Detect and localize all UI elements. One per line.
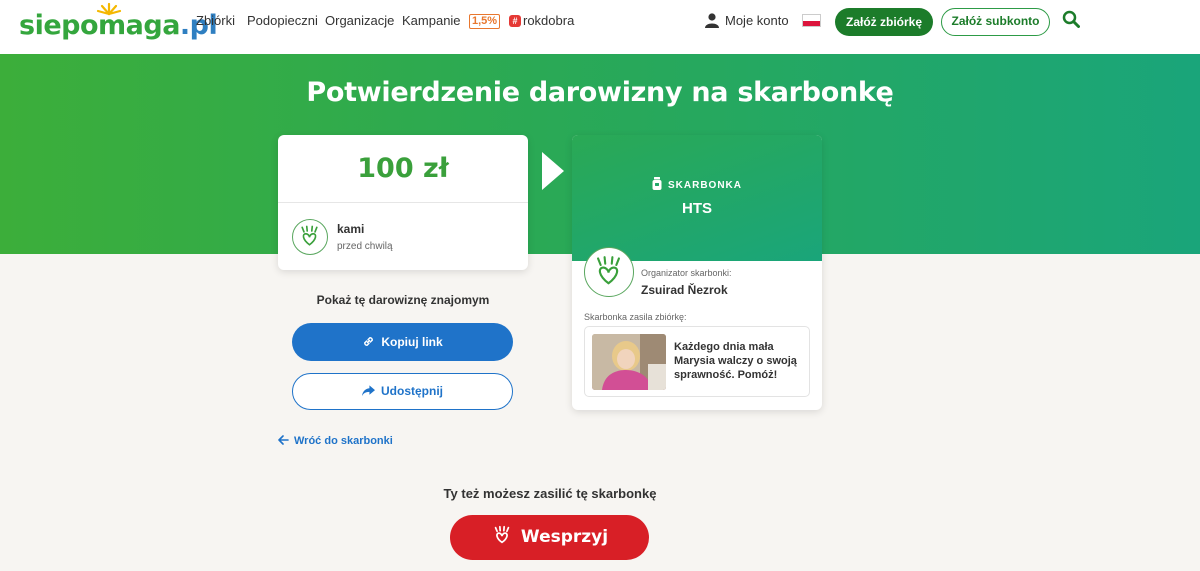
search-icon[interactable]: [1062, 10, 1080, 28]
my-account-link[interactable]: Moje konto: [705, 13, 789, 29]
logo-text: siepomaga.pl: [19, 10, 218, 41]
nav-podopieczni[interactable]: Podopieczni: [247, 13, 318, 29]
organizer-label: Organizator skarbonki:: [641, 268, 732, 278]
user-icon: [705, 13, 719, 28]
share-button[interactable]: Udostępnij: [292, 373, 513, 410]
back-link-label: Wróć do skarbonki: [294, 435, 393, 447]
top-header: siepomaga.pl Zbiórki Podopieczni Organiz…: [0, 0, 1200, 54]
nav-kampanie[interactable]: Kampanie: [402, 13, 461, 29]
linked-campaign[interactable]: Każdego dnia mała Marysia walczy o swoją…: [584, 326, 810, 397]
support-heading: Ty też możesz zasilić tę skarbonkę: [443, 486, 657, 501]
back-to-skarbonka-link[interactable]: Wróć do skarbonki: [278, 435, 393, 447]
skarbonka-label-text: SKARBONKA: [668, 180, 742, 191]
create-fundraiser-button[interactable]: Załóż zbiórkę: [835, 8, 933, 36]
share-arrow-icon: [362, 385, 375, 397]
page-title: Potwierdzenie darowizny na skarbonkę: [306, 77, 894, 108]
skarbonka-label: SKARBONKA: [572, 177, 822, 191]
create-subaccount-button[interactable]: Załóż subkonto: [941, 8, 1050, 36]
nav-rokdobra[interactable]: # rokdobra: [509, 13, 574, 29]
heart-hand-icon: [301, 225, 318, 246]
heart-hand-icon: [494, 525, 510, 544]
hash-icon: #: [509, 15, 521, 27]
jar-icon: [652, 177, 662, 190]
my-account-label: Moje konto: [725, 13, 789, 28]
child-photo: [592, 334, 666, 390]
copy-link-button[interactable]: Kopiuj link: [292, 323, 513, 361]
campaign-photo: [592, 334, 666, 390]
divider: [278, 202, 528, 203]
heart-hand-icon: [597, 256, 620, 285]
share-label: Udostępnij: [381, 384, 443, 398]
support-button[interactable]: Wesprzyj: [450, 515, 649, 560]
donor-name: kami: [337, 222, 365, 236]
share-heading: Pokaż tę darowiznę znajomym: [316, 293, 490, 307]
one-and-half-percent-badge[interactable]: 1,5%: [469, 14, 501, 29]
logo-main: siepomaga: [19, 10, 180, 41]
campaign-title: Każdego dnia mała Marysia walczy o swoją…: [674, 341, 797, 381]
skarbonka-card: SKARBONKA HTS Organizator skarbonki: Zsu…: [572, 135, 822, 410]
arrow-right-icon: [542, 152, 564, 190]
donation-time: przed chwilą: [337, 241, 393, 252]
nav-organizacje[interactable]: Organizacje: [325, 13, 394, 29]
donor-avatar: [292, 219, 328, 255]
feeds-campaign-label: Skarbonka zasila zbiórkę:: [584, 312, 687, 322]
donation-amount: 100 zł: [357, 153, 449, 184]
siepomaga-logo[interactable]: siepomaga.pl: [19, 2, 218, 44]
copy-link-label: Kopiuj link: [381, 335, 443, 349]
organizer-name[interactable]: Zsuirad Ňezrok: [641, 283, 728, 297]
skarbonka-header: [572, 135, 822, 261]
donation-card: 100 zł kami przed chwilą: [278, 135, 528, 270]
nav-zbiorki[interactable]: Zbiórki: [196, 13, 235, 29]
skarbonka-name: HTS: [682, 200, 712, 217]
arrow-left-icon: [278, 435, 289, 445]
rokdobra-label: rokdobra: [523, 13, 575, 28]
organizer-avatar: [584, 247, 634, 297]
support-button-label: Wesprzyj: [520, 527, 609, 547]
link-icon: [364, 337, 374, 346]
pl-flag-icon[interactable]: [802, 14, 821, 27]
